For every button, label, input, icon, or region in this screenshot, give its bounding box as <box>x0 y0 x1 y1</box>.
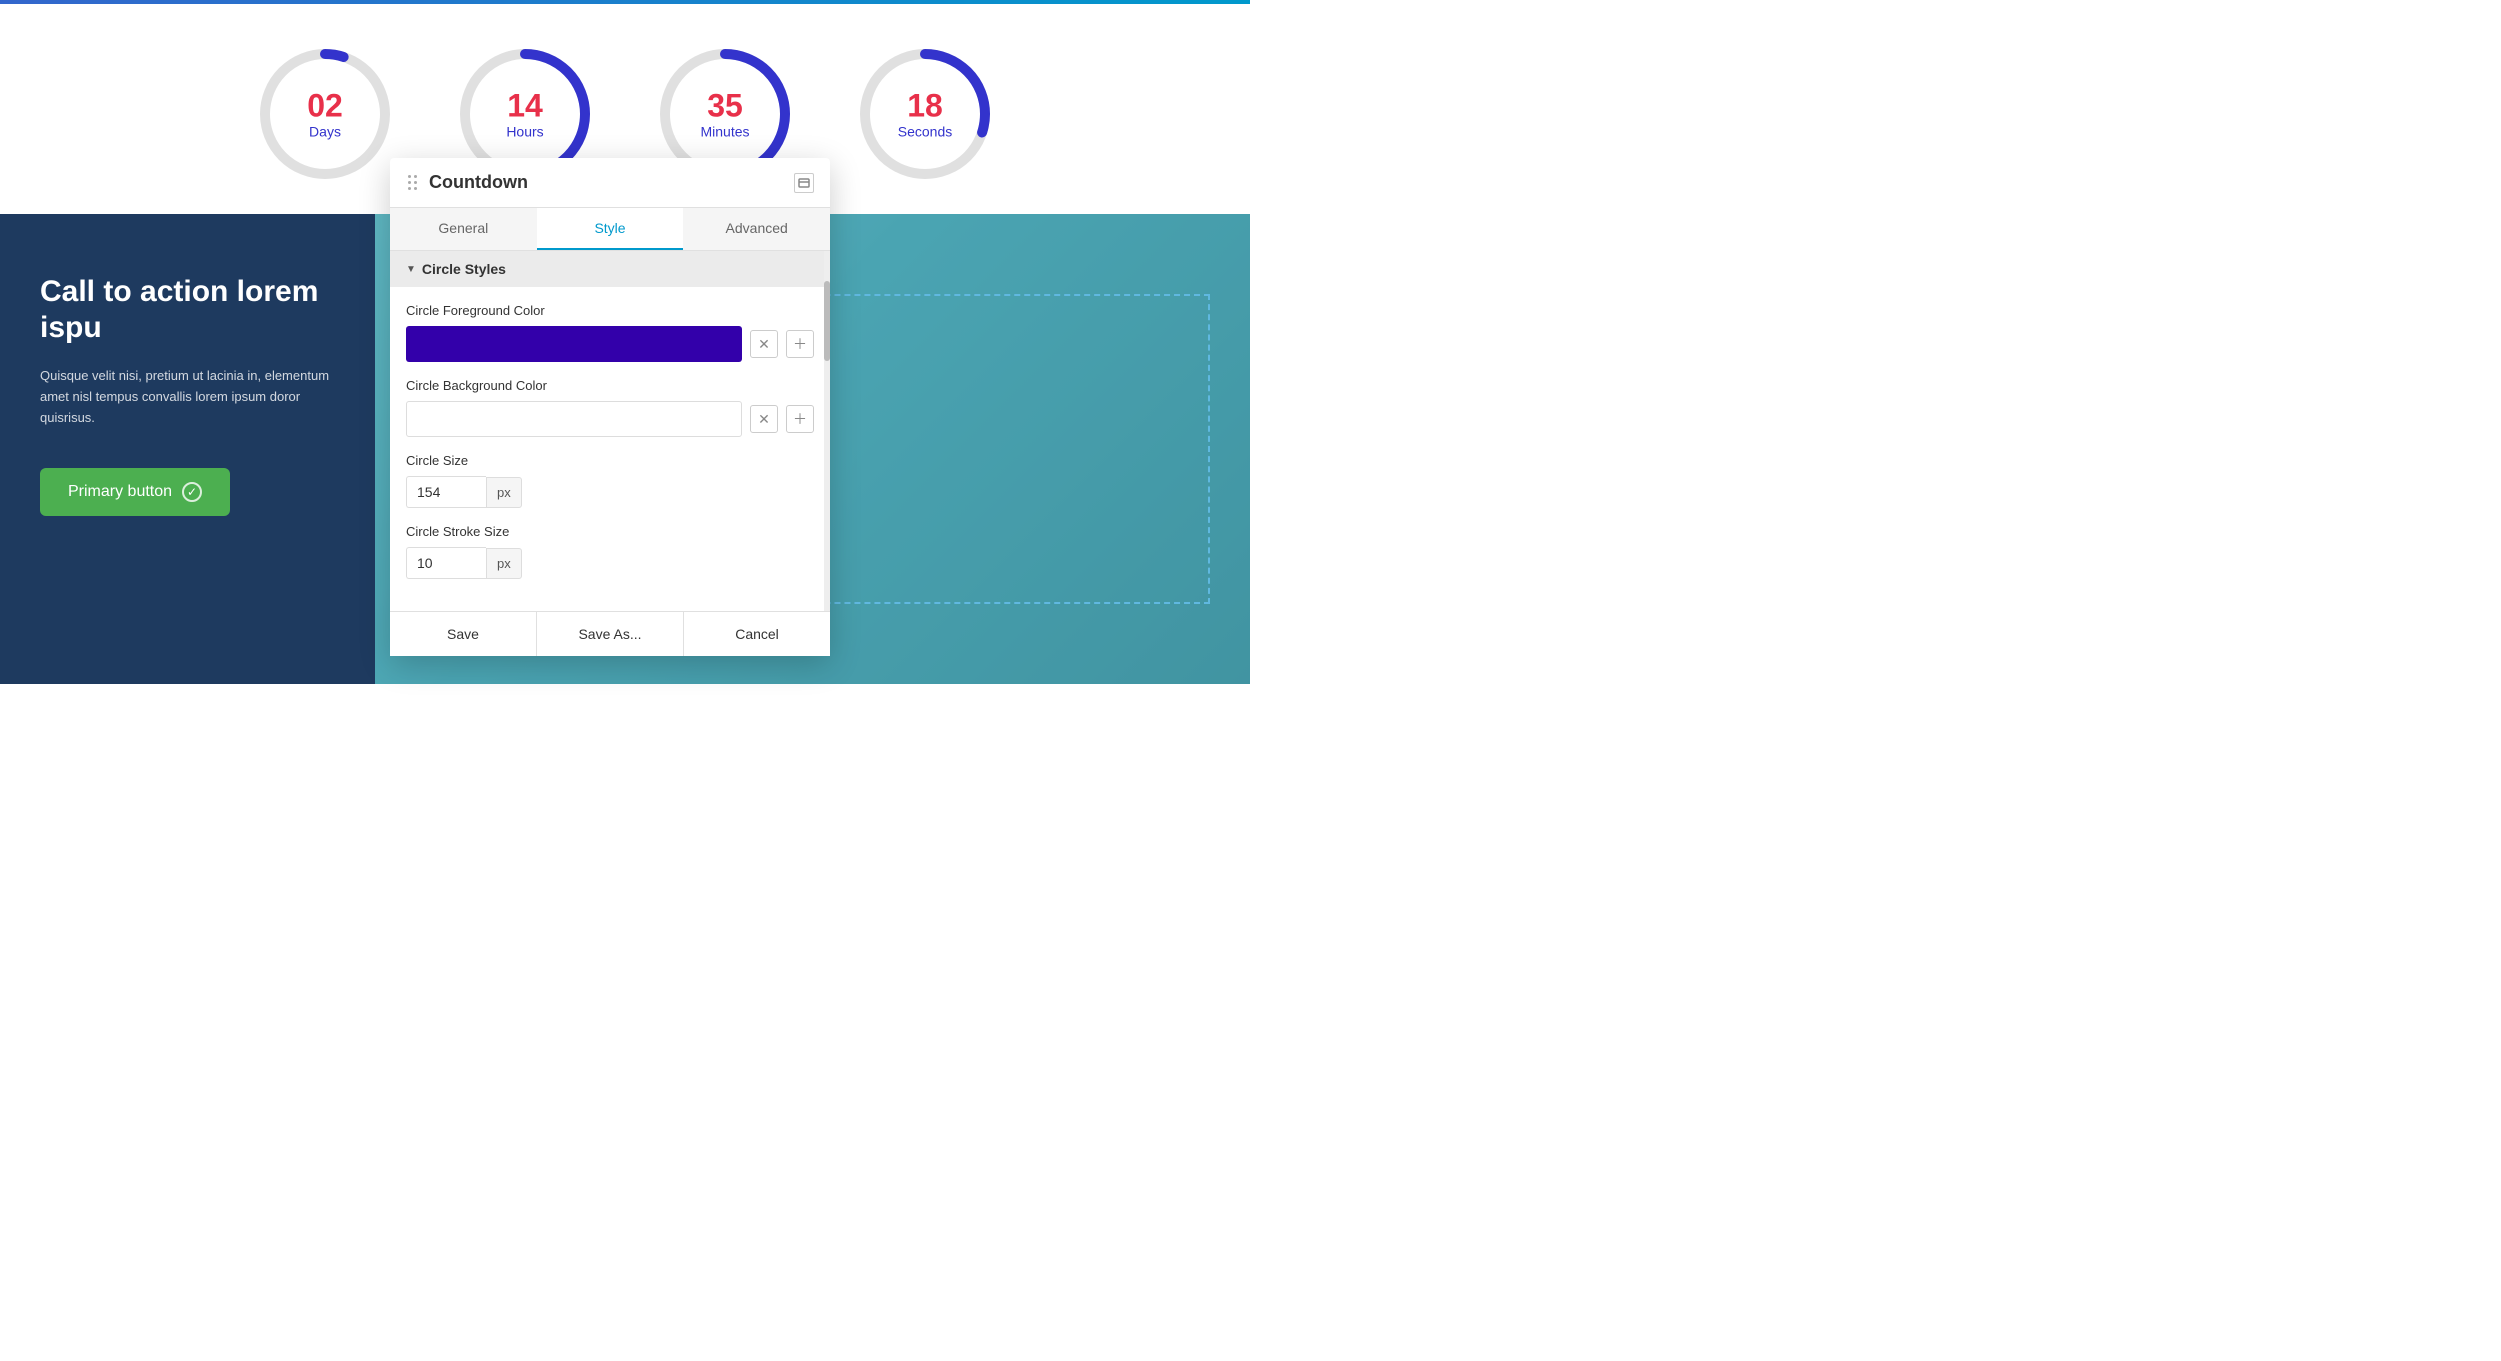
primary-button[interactable]: Primary button ✓ <box>40 468 230 516</box>
circle-stroke-input[interactable]: 10 <box>406 547 486 579</box>
modal-title: Countdown <box>429 172 784 193</box>
background-color-swatch[interactable] <box>406 401 742 437</box>
cta-section: Call to action lorem ispu Quisque velit … <box>0 214 375 684</box>
circle-styles-label: Circle Styles <box>422 261 506 277</box>
primary-button-label: Primary button <box>68 483 172 501</box>
circle-size-label: Circle Size <box>406 453 814 468</box>
tab-style[interactable]: Style <box>537 208 684 250</box>
tab-advanced[interactable]: Advanced <box>683 208 830 250</box>
tab-general[interactable]: General <box>390 208 537 250</box>
modal-tabs: General Style Advanced <box>390 208 830 251</box>
cancel-button[interactable]: Cancel <box>684 612 830 656</box>
chevron-down-icon: ▼ <box>406 264 416 275</box>
hours-number: 14 <box>506 88 543 123</box>
foreground-color-label: Circle Foreground Color <box>406 303 814 318</box>
scrollbar-thumb[interactable] <box>824 281 830 361</box>
circle-size-unit: px <box>486 477 522 508</box>
countdown-days: 02 Days <box>255 44 395 184</box>
circle-stroke-unit: px <box>486 548 522 579</box>
modal-body: ▼ Circle Styles Circle Foreground Color … <box>390 251 830 611</box>
foreground-color-row: Circle Foreground Color ✕ ＋ <box>406 303 814 362</box>
save-as-button[interactable]: Save As... <box>537 612 684 656</box>
modal-footer: Save Save As... Cancel <box>390 611 830 656</box>
save-button[interactable]: Save <box>390 612 537 656</box>
seconds-label: Seconds <box>898 124 952 140</box>
circle-styles-content: Circle Foreground Color ✕ ＋ Circle Backg… <box>390 287 830 611</box>
minimize-button[interactable] <box>794 173 814 193</box>
background-color-label: Circle Background Color <box>406 378 814 393</box>
background-color-row: Circle Background Color ✕ ＋ <box>406 378 814 437</box>
background-color-add[interactable]: ＋ <box>786 405 814 433</box>
minutes-number: 35 <box>700 88 749 123</box>
background-color-clear[interactable]: ✕ <box>750 405 778 433</box>
hours-label: Hours <box>506 124 543 140</box>
scrollbar-track <box>824 251 830 611</box>
modal-panel: Countdown General Style Advanced ▼ Circl… <box>390 158 830 656</box>
drag-handle[interactable] <box>406 173 419 192</box>
countdown-seconds: 18 Seconds <box>855 44 995 184</box>
days-label: Days <box>307 124 343 140</box>
foreground-color-clear[interactable]: ✕ <box>750 330 778 358</box>
circle-stroke-row: Circle Stroke Size 10 px <box>406 524 814 579</box>
seconds-number: 18 <box>898 88 952 123</box>
foreground-color-add[interactable]: ＋ <box>786 330 814 358</box>
days-number: 02 <box>307 88 343 123</box>
circle-size-row: Circle Size 154 px <box>406 453 814 508</box>
cta-title: Call to action lorem ispu <box>40 274 335 346</box>
cta-text: Quisque velit nisi, pretium ut lacinia i… <box>40 366 335 428</box>
minutes-label: Minutes <box>700 124 749 140</box>
modal-header: Countdown <box>390 158 830 208</box>
circle-size-input[interactable]: 154 <box>406 476 486 508</box>
check-icon: ✓ <box>182 482 202 502</box>
circle-stroke-label: Circle Stroke Size <box>406 524 814 539</box>
circle-styles-header[interactable]: ▼ Circle Styles <box>390 251 830 287</box>
foreground-color-swatch[interactable] <box>406 326 742 362</box>
